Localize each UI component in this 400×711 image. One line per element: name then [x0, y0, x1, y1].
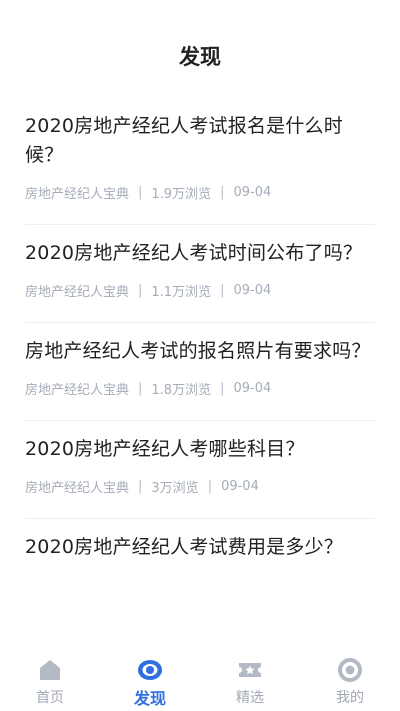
article-views: 1.8万浏览	[151, 383, 212, 398]
discover-page: 发现 2020房地产经纪人考试报名是什么时候？ 房地产经纪人宝典 | 1.9万浏…	[0, 0, 400, 711]
article-list[interactable]: 2020房地产经纪人考试报名是什么时候？ 房地产经纪人宝典 | 1.9万浏览 |…	[0, 98, 400, 651]
article-date: 09-04	[233, 381, 272, 396]
meta-separator: |	[138, 479, 143, 494]
article-item[interactable]: 2020房地产经纪人考试报名是什么时候？ 房地产经纪人宝典 | 1.9万浏览 |…	[25, 98, 375, 225]
article-date: 09-04	[221, 479, 259, 494]
article-meta: 房地产经纪人宝典 | 1.1万浏览 | 09-04	[25, 281, 375, 300]
article-item[interactable]: 2020房地产经纪人考试时间公布了吗？ 房地产经纪人宝典 | 1.1万浏览 | …	[25, 225, 375, 323]
tab-home[interactable]: 首页	[0, 649, 100, 711]
profile-ring-icon	[337, 657, 363, 683]
tab-featured[interactable]: 精选	[200, 649, 300, 711]
page-header: 发现	[0, 0, 400, 110]
page-title: 发现	[179, 45, 221, 69]
ticket-star-icon	[237, 657, 263, 683]
tab-label: 我的	[336, 690, 364, 706]
article-item[interactable]: 2020房地产经纪人考试费用是多少？	[25, 519, 375, 584]
article-source: 房地产经纪人宝典	[25, 383, 130, 398]
article-meta: 房地产经纪人宝典 | 1.8万浏览 | 09-04	[25, 379, 375, 398]
article-source: 房地产经纪人宝典	[25, 187, 130, 202]
meta-separator: |	[220, 381, 225, 396]
article-views: 1.1万浏览	[151, 285, 212, 300]
article-source: 房地产经纪人宝典	[25, 481, 130, 496]
tab-label: 首页	[36, 690, 64, 706]
meta-separator: |	[220, 283, 225, 298]
article-meta: 房地产经纪人宝典 | 1.9万浏览 | 09-04	[25, 183, 375, 202]
article-date: 09-04	[233, 185, 272, 200]
article-item[interactable]: 房地产经纪人考试的报名照片有要求吗？ 房地产经纪人宝典 | 1.8万浏览 | 0…	[25, 323, 375, 421]
article-meta: 房地产经纪人宝典 | 3万浏览 | 09-04	[25, 477, 375, 496]
home-icon	[37, 657, 63, 683]
meta-separator: |	[138, 185, 143, 200]
meta-separator: |	[207, 479, 213, 494]
article-title: 2020房地产经纪人考试报名是什么时候？	[25, 115, 343, 166]
eye-icon	[137, 657, 163, 683]
article-views: 3万浏览	[151, 481, 199, 496]
meta-separator: |	[138, 381, 143, 396]
meta-separator: |	[220, 185, 225, 200]
tab-label: 发现	[133, 689, 166, 708]
article-title: 2020房地产经纪人考试费用是多少？	[25, 536, 343, 558]
bottom-tab-bar: 首页 发现 精选 我的	[0, 649, 400, 711]
article-title: 2020房地产经纪人考试时间公布了吗？	[25, 242, 363, 264]
article-title: 2020房地产经纪人考哪些科目？	[25, 438, 305, 460]
article-views: 1.9万浏览	[151, 187, 212, 202]
tab-mine[interactable]: 我的	[300, 649, 400, 711]
article-item[interactable]: 2020房地产经纪人考哪些科目？ 房地产经纪人宝典 | 3万浏览 | 09-04	[25, 421, 375, 519]
article-title: 房地产经纪人考试的报名照片有要求吗？	[25, 340, 371, 362]
meta-separator: |	[138, 283, 143, 298]
article-source: 房地产经纪人宝典	[25, 285, 130, 300]
article-date: 09-04	[233, 283, 272, 298]
tab-discover[interactable]: 发现	[100, 649, 200, 711]
tab-label: 精选	[236, 690, 264, 706]
